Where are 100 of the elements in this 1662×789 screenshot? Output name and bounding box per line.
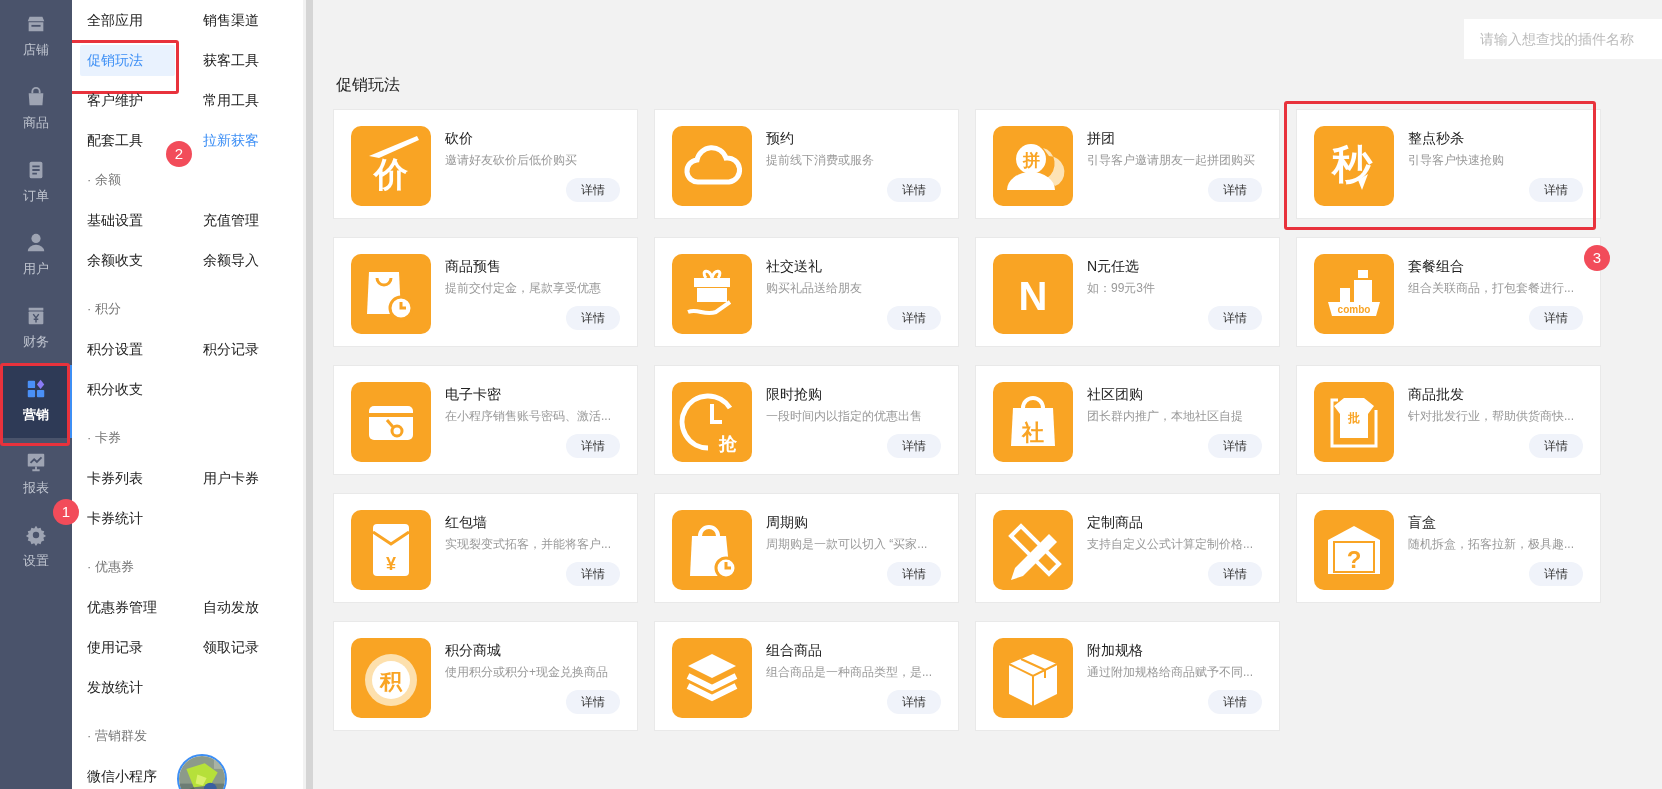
menu-item[interactable]: 优惠券管理 bbox=[80, 591, 164, 623]
nav-item[interactable]: 订单 bbox=[0, 146, 72, 219]
nav-item[interactable]: 商品 bbox=[0, 73, 72, 146]
details-button[interactable]: 详情 bbox=[1208, 690, 1262, 714]
character-icon: 秒 bbox=[1314, 126, 1394, 206]
details-button[interactable]: 详情 bbox=[887, 434, 941, 458]
card-description: 购买礼品送给朋友 bbox=[766, 280, 863, 297]
card-title: 砍价 bbox=[445, 129, 474, 148]
details-button[interactable]: 详情 bbox=[566, 434, 620, 458]
card-title: 拼团 bbox=[1087, 129, 1116, 148]
step-marker: 3 bbox=[1584, 245, 1610, 271]
box-icon bbox=[993, 638, 1073, 718]
details-button[interactable]: 详情 bbox=[566, 562, 620, 586]
bag-icon: 社 bbox=[993, 382, 1073, 462]
card-title: 套餐组合 bbox=[1408, 257, 1465, 276]
coin-icon: 积 bbox=[351, 638, 431, 718]
details-button[interactable]: 详情 bbox=[887, 562, 941, 586]
bottles-icon: combo bbox=[1314, 254, 1394, 334]
card-description: 使用积分或积分+现金兑换商品 bbox=[445, 664, 609, 681]
card-title: 盲盒 bbox=[1408, 513, 1437, 532]
details-button[interactable]: 详情 bbox=[1529, 178, 1583, 202]
details-button[interactable]: 详情 bbox=[1529, 306, 1583, 330]
details-button[interactable]: 详情 bbox=[1208, 178, 1262, 202]
card-description: 实现裂变式拓客，并能将客户... bbox=[445, 536, 612, 553]
details-button[interactable]: 详情 bbox=[1208, 434, 1262, 458]
card-title: 社交送礼 bbox=[766, 257, 823, 276]
card-title: 预约 bbox=[766, 129, 795, 148]
menu-item[interactable]: 全部应用 bbox=[80, 4, 150, 36]
details-button[interactable]: 详情 bbox=[566, 178, 620, 202]
bag-clock-icon bbox=[351, 254, 431, 334]
details-button[interactable]: 详情 bbox=[1529, 562, 1583, 586]
menu-item[interactable]: 充值管理 bbox=[196, 204, 266, 236]
nav-item[interactable]: 用户 bbox=[0, 219, 72, 292]
person-icon: 拼 bbox=[993, 126, 1073, 206]
card-description: 组合关联商品，打包套餐进行... bbox=[1408, 280, 1575, 297]
details-button[interactable]: 详情 bbox=[887, 306, 941, 330]
card-description: 通过附加规格给商品赋予不同... bbox=[1087, 664, 1254, 681]
details-button[interactable]: 详情 bbox=[887, 178, 941, 202]
menu-item[interactable]: 卡券列表 bbox=[80, 462, 150, 494]
card-description: 周期购是一款可以切入 “买家... bbox=[766, 536, 929, 553]
gear-icon bbox=[25, 524, 47, 547]
menu-item[interactable]: 微信小程序 bbox=[80, 760, 164, 789]
menu-item[interactable]: 基础设置 bbox=[80, 204, 150, 236]
card-description: 针对批发行业，帮助供货商快... bbox=[1408, 408, 1575, 425]
menu-item[interactable]: 销售渠道 bbox=[196, 4, 266, 36]
card-description: 组合商品是一种商品类型，是... bbox=[766, 664, 933, 681]
card-title: 附加规格 bbox=[1087, 641, 1144, 660]
card-title: 积分商城 bbox=[445, 641, 502, 660]
details-button[interactable]: 详情 bbox=[887, 690, 941, 714]
card-title: N元任选 bbox=[1087, 257, 1141, 276]
card-title: 电子卡密 bbox=[445, 385, 502, 404]
details-button[interactable]: 详情 bbox=[1208, 306, 1262, 330]
details-button[interactable]: 详情 bbox=[566, 306, 620, 330]
menu-item[interactable]: 积分设置 bbox=[80, 333, 150, 365]
card-title: 商品批发 bbox=[1408, 385, 1465, 404]
scroll-bar[interactable] bbox=[306, 0, 313, 789]
menu-item[interactable]: 积分收支 bbox=[80, 373, 150, 405]
group-heading: · 卡券 bbox=[86, 429, 122, 447]
menu-item[interactable]: 卡券统计 bbox=[80, 502, 150, 534]
pencil-ruler-icon bbox=[993, 510, 1073, 590]
group-heading: · 余额 bbox=[86, 171, 122, 189]
menu-item[interactable]: 自动发放 bbox=[196, 591, 266, 623]
card-title: 商品预售 bbox=[445, 257, 502, 276]
group-heading: · 营销群发 bbox=[86, 727, 148, 745]
menu-item[interactable]: 领取记录 bbox=[196, 631, 266, 663]
card-title: 周期购 bbox=[766, 513, 809, 532]
card-key-icon bbox=[351, 382, 431, 462]
card-description: 引导客户快速抢购 bbox=[1408, 152, 1505, 169]
menu-item[interactable]: 常用工具 bbox=[196, 84, 266, 116]
clock-icon: 抢 bbox=[672, 382, 752, 462]
section-title: 促销玩法 bbox=[336, 75, 401, 95]
menu-item[interactable]: 配套工具 bbox=[80, 124, 150, 156]
details-button[interactable]: 详情 bbox=[566, 690, 620, 714]
shirt-icon: 批 bbox=[1314, 382, 1394, 462]
menu-item[interactable]: 客户维护 bbox=[80, 84, 150, 116]
menu-item[interactable]: 发放统计 bbox=[80, 671, 150, 703]
card-title: 定制商品 bbox=[1087, 513, 1144, 532]
card-description: 支持自定义公式计算定制价格... bbox=[1087, 536, 1254, 553]
details-button[interactable]: 详情 bbox=[1208, 562, 1262, 586]
menu-item[interactable]: 获客工具 bbox=[196, 44, 266, 76]
menu-item[interactable]: 余额收支 bbox=[80, 244, 150, 276]
card-title: 整点秒杀 bbox=[1408, 129, 1465, 148]
box-icon: ? bbox=[1314, 510, 1394, 590]
menu-item[interactable]: 用户卡券 bbox=[196, 462, 266, 494]
card-description: 随机拆盒，拓客拉新，极具趣... bbox=[1408, 536, 1575, 553]
layers-icon bbox=[672, 638, 752, 718]
menu-item[interactable]: 使用记录 bbox=[80, 631, 150, 663]
nav-item[interactable]: 店铺 bbox=[0, 0, 72, 73]
card-description: 提前交付定金，尾款享受优惠 bbox=[445, 280, 602, 297]
cloud-icon bbox=[672, 126, 752, 206]
card-description: 引导客户邀请朋友一起拼团购买 bbox=[1087, 152, 1256, 169]
card-description: 邀请好友砍价后低价购买 bbox=[445, 152, 578, 169]
chart-icon bbox=[25, 451, 47, 474]
menu-item[interactable]: 积分记录 bbox=[196, 333, 266, 365]
details-button[interactable]: 详情 bbox=[1529, 434, 1583, 458]
card-description: 提前线下消费或服务 bbox=[766, 152, 875, 169]
nav-item[interactable]: 财务 bbox=[0, 292, 72, 365]
gift-hand-icon bbox=[672, 254, 752, 334]
search-field[interactable]: 请输入想查找的插件名称 bbox=[1464, 19, 1662, 59]
menu-item[interactable]: 余额导入 bbox=[196, 244, 266, 276]
